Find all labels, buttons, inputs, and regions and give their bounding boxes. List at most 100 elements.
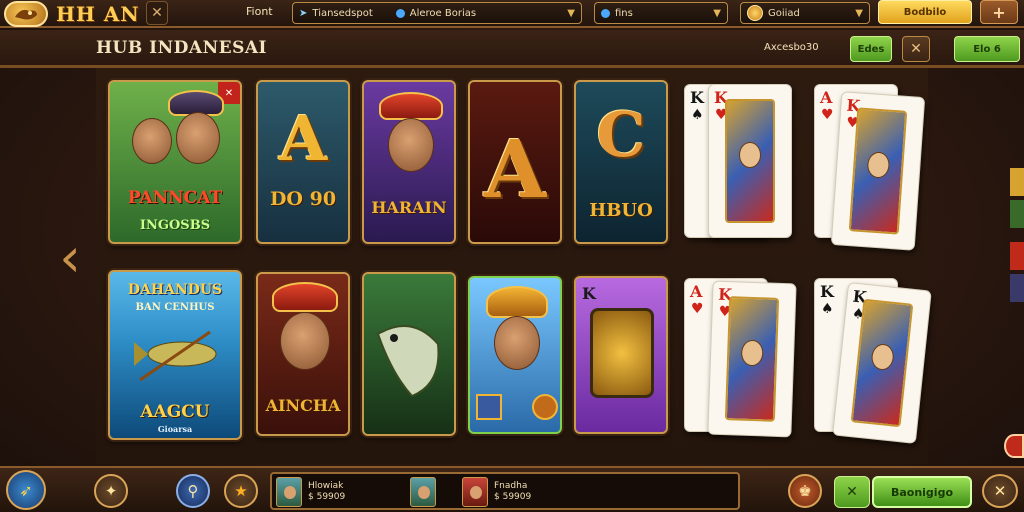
- play-button[interactable]: Baonigigo: [872, 476, 972, 508]
- profile-button[interactable]: ♚: [788, 474, 822, 508]
- face-card-art: [724, 296, 780, 422]
- close-button[interactable]: ✕: [902, 36, 930, 62]
- player-entry[interactable]: [410, 477, 436, 507]
- game-subtitle: BAN CENHUS: [135, 302, 215, 313]
- game-footer: Gioarsa: [157, 424, 193, 434]
- avatar: [462, 477, 488, 507]
- player-amount: $ 59909: [308, 492, 346, 502]
- spade-icon: ♠: [691, 107, 704, 123]
- app-logo-text: HH AN: [56, 2, 140, 26]
- game-tile[interactable]: K: [574, 276, 668, 434]
- game-tile[interactable]: A: [468, 80, 562, 244]
- chevron-down-icon: ▼: [855, 7, 863, 19]
- crown-icon: [486, 286, 548, 318]
- home-button[interactable]: ➶: [6, 470, 46, 510]
- card-rank: K: [820, 282, 834, 301]
- face-card-art: [725, 99, 775, 223]
- crown-icon: [272, 282, 338, 312]
- language-select[interactable]: fins ▼: [594, 2, 728, 24]
- sparkle-icon: ✦: [104, 482, 118, 500]
- playing-card[interactable]: K ♠: [832, 282, 932, 444]
- player-name: Fnadha: [494, 481, 528, 491]
- game-tile[interactable]: HARAIN: [362, 80, 456, 244]
- game-title: PANNCAT: [127, 188, 223, 208]
- player-entry[interactable]: Hlowiak $ 59909: [276, 477, 345, 507]
- card-rank: A: [820, 88, 833, 107]
- search-icon: ⚲: [187, 482, 199, 500]
- favorites-button[interactable]: ★: [224, 474, 258, 508]
- character-icon: [176, 112, 220, 164]
- logo-icon: [4, 1, 48, 27]
- character-icon: [132, 118, 172, 164]
- crown-icon: ♚: [798, 482, 812, 500]
- crown-icon: [379, 92, 443, 120]
- game-tile[interactable]: ✕ PANNCAT INGOSBS: [108, 80, 242, 244]
- game-tile[interactable]: C HBUO: [574, 80, 668, 244]
- playing-card[interactable]: K ♥: [707, 280, 797, 438]
- search-button[interactable]: ⚲: [176, 474, 210, 508]
- edit-button[interactable]: Edes: [850, 36, 892, 62]
- fish-icon: [376, 325, 440, 398]
- deposit-button[interactable]: Bodbilo: [878, 0, 972, 24]
- avatar: [276, 477, 302, 507]
- balance-select[interactable]: Goiiad ▼: [740, 2, 870, 24]
- tools-button[interactable]: ✕: [982, 474, 1018, 508]
- coin-icon: [747, 5, 763, 21]
- emblem-icon: [590, 308, 654, 398]
- game-tile[interactable]: AINCHA: [256, 272, 350, 436]
- game-tile[interactable]: A DO 90: [256, 80, 350, 244]
- game-subtitle: INGOSBS: [139, 218, 211, 233]
- face-card-art: [848, 107, 908, 235]
- tools-icon: ✕: [846, 484, 858, 500]
- bonus-button[interactable]: ✦: [94, 474, 128, 508]
- spade-icon: ♠: [821, 301, 834, 317]
- add-button[interactable]: +: [980, 0, 1018, 24]
- category-select-value: Tiansedspot: [312, 7, 373, 19]
- nav-label[interactable]: Fiont: [246, 5, 273, 18]
- card-rank: K: [690, 88, 704, 107]
- avatar: [410, 477, 436, 507]
- character-icon: [280, 312, 330, 370]
- category-select[interactable]: ➤ Tiansedspot Aleroe Borias ▼: [292, 2, 582, 24]
- heart-icon: ♥: [821, 107, 834, 123]
- game-title: AINCHA: [265, 396, 341, 415]
- game-title: HBUO: [589, 200, 653, 221]
- game-letter: C: [596, 98, 646, 171]
- swords-icon: ✕: [993, 482, 1007, 500]
- pointer-icon: ➤: [299, 7, 308, 19]
- account-label: Axcesbo30: [764, 42, 819, 53]
- side-tab[interactable]: [1010, 200, 1024, 228]
- top-bar: HH AN ✕ Fiont ➤ Tiansedspot Aleroe Boria…: [0, 0, 1024, 28]
- globe-icon: [395, 8, 405, 18]
- chevron-down-icon: ▼: [713, 7, 721, 19]
- playing-card[interactable]: K ♥: [708, 84, 792, 238]
- side-tab[interactable]: [1010, 242, 1024, 270]
- side-tab[interactable]: [1010, 168, 1024, 196]
- game-tile[interactable]: DAHANDUS BAN CENHUS AAGCU Gioarsa: [108, 270, 242, 440]
- fish-icon: [134, 330, 217, 382]
- side-tab[interactable]: [1010, 274, 1024, 302]
- player-amount: $ 59909: [494, 492, 532, 502]
- card-rank: A: [690, 282, 703, 301]
- page-title: HUB INDANESAI: [96, 38, 268, 58]
- fish-icon: ➶: [19, 480, 33, 500]
- notification-icon[interactable]: [1004, 434, 1024, 458]
- game-title: DO 90: [269, 188, 337, 210]
- game-tile[interactable]: [468, 276, 562, 434]
- close-icon[interactable]: ✕: [146, 1, 168, 25]
- chevron-left-icon[interactable]: ‹: [50, 226, 90, 290]
- player-entry[interactable]: Fnadha $ 59909: [462, 477, 531, 507]
- game-letter: K: [582, 284, 596, 303]
- game-letter: A: [483, 122, 547, 216]
- player-name: Hlowiak: [308, 481, 344, 491]
- star-icon: ★: [234, 482, 248, 500]
- game-tile[interactable]: [362, 272, 456, 436]
- game-caption: AAGCU: [140, 402, 210, 422]
- heart-icon: ♥: [691, 301, 704, 317]
- settings-button[interactable]: ✕: [834, 476, 870, 508]
- players-bar: Hlowiak $ 59909 Fnadha $ 59909: [270, 472, 740, 510]
- playing-card[interactable]: K ♥: [830, 91, 926, 251]
- level-button[interactable]: Elo 6: [954, 36, 1020, 62]
- character-icon: [494, 316, 540, 370]
- coin-icon: [532, 394, 558, 420]
